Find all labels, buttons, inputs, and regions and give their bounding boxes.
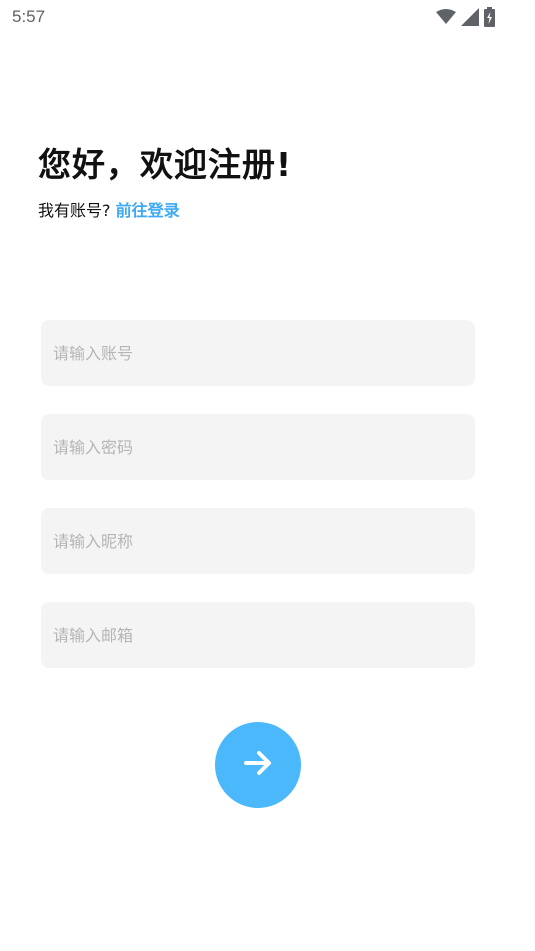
- status-icons: [436, 7, 495, 27]
- login-prompt: 我有账号? 前往登录: [38, 197, 180, 221]
- nickname-field: [41, 508, 475, 574]
- battery-charging-icon: [484, 7, 495, 27]
- login-prompt-text: 我有账号?: [38, 201, 111, 220]
- nickname-input[interactable]: [41, 508, 475, 574]
- arrow-right-icon: [241, 746, 275, 784]
- status-time: 5:57: [12, 7, 46, 26]
- login-link[interactable]: 前往登录: [116, 201, 180, 220]
- password-input[interactable]: [41, 414, 475, 480]
- account-field: [41, 320, 475, 386]
- email-input[interactable]: [41, 602, 475, 668]
- account-input[interactable]: [41, 320, 475, 386]
- page-title: 您好，欢迎注册!: [38, 145, 293, 184]
- status-bar: 5:57: [0, 0, 535, 36]
- submit-button[interactable]: [215, 722, 301, 808]
- password-field: [41, 414, 475, 480]
- signal-icon: [461, 8, 479, 26]
- wifi-icon: [436, 9, 456, 25]
- email-field: [41, 602, 475, 668]
